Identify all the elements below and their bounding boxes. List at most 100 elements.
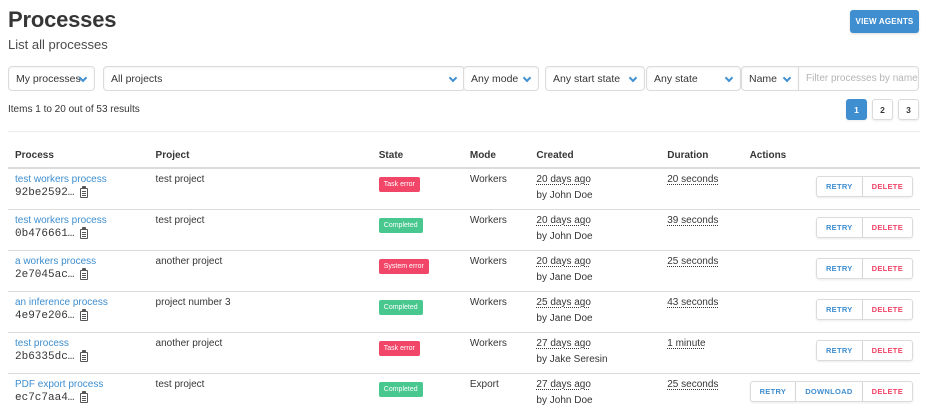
table-row: test workers process 0b476661… test projec… xyxy=(8,209,920,251)
processes-table: Process Project State Mode Created Durat… xyxy=(8,143,920,410)
retry-button[interactable]: RETRY xyxy=(815,339,863,361)
status-badge: System error xyxy=(378,258,429,274)
project-cell: test project xyxy=(148,209,372,251)
duration-value: 43 seconds xyxy=(667,296,719,308)
chevron-down-icon xyxy=(522,73,532,83)
actions-cell: RETRY DELETE xyxy=(742,209,920,251)
process-name-search-input[interactable] xyxy=(799,66,919,91)
clipboard-icon[interactable] xyxy=(80,308,89,321)
clipboard-icon[interactable] xyxy=(80,267,89,280)
page-button-3[interactable]: 3 xyxy=(898,99,919,120)
column-header-actions: Actions xyxy=(742,143,920,169)
created-date: 27 days ago xyxy=(536,378,591,390)
column-header-duration: Duration xyxy=(660,143,743,169)
duration-cell: 43 seconds xyxy=(660,291,743,333)
process-name-link[interactable]: test workers process xyxy=(15,174,142,185)
delete-button[interactable]: DELETE xyxy=(862,380,913,402)
sort-value: Name xyxy=(749,72,778,85)
delete-button[interactable]: DELETE xyxy=(862,257,913,279)
process-name-link[interactable]: an inference process xyxy=(15,297,142,308)
retry-button[interactable]: RETRY xyxy=(815,176,863,197)
duration-cell: 1 minute xyxy=(660,332,743,374)
mode-cell: Workers xyxy=(462,332,530,374)
column-header-process: Process xyxy=(8,143,149,169)
process-id: 2b6335dc… xyxy=(15,349,89,363)
column-header-mode: Mode xyxy=(462,143,530,169)
start-state-filter-select[interactable]: Any start state xyxy=(545,66,645,91)
created-by: by John Doe xyxy=(536,394,593,406)
mode-filter-select[interactable]: Any mode xyxy=(463,66,539,91)
process-name-link[interactable]: a workers process xyxy=(15,256,142,267)
project-cell: another project xyxy=(148,332,372,374)
created-cell: 27 days ago by Jake Seresin xyxy=(529,332,661,374)
actions-cell: RETRY DELETE xyxy=(742,291,920,333)
process-id: 0b476661… xyxy=(15,226,89,240)
state-filter-select[interactable]: Any state xyxy=(646,66,741,91)
duration-value: 25 seconds xyxy=(667,255,719,267)
table-row: test workers process 92be2592… test projec… xyxy=(8,168,920,210)
duration-cell: 25 seconds xyxy=(660,250,743,292)
created-date: 25 days ago xyxy=(536,296,591,308)
project-filter-select[interactable]: All projects xyxy=(103,66,465,91)
mode-cell: Workers xyxy=(462,168,530,210)
chevron-down-icon xyxy=(724,73,734,83)
status-badge: Task error xyxy=(378,340,420,356)
retry-button[interactable]: RETRY xyxy=(815,257,863,279)
process-name-link[interactable]: test process xyxy=(15,338,142,349)
table-row: test process 2b6335dc… another project Task… xyxy=(8,332,920,374)
process-cell: test workers process 92be2592… xyxy=(8,168,149,210)
action-buttons: RETRY DOWNLOAD DELETE xyxy=(749,380,913,402)
table-row: PDF export process ec7c7aa4… test project C… xyxy=(8,373,920,410)
process-id: ec7c7aa4… xyxy=(15,390,89,404)
created-date: 20 days ago xyxy=(536,174,591,185)
mode-filter-value: Any mode xyxy=(471,72,519,85)
actions-cell: RETRY DELETE xyxy=(742,250,920,292)
process-id-text: 4e97e206… xyxy=(15,309,75,322)
action-buttons: RETRY DELETE xyxy=(750,339,913,361)
created-cell: 25 days ago by Jane Doe xyxy=(529,291,661,333)
delete-button[interactable]: DELETE xyxy=(862,339,913,361)
table-header-row: Process Project State Mode Created Durat… xyxy=(8,143,920,169)
retry-button[interactable]: RETRY xyxy=(749,380,797,402)
project-cell: test project xyxy=(148,168,372,210)
retry-button[interactable]: RETRY xyxy=(815,298,863,320)
table-row: an inference process 4e97e206… project num… xyxy=(8,291,920,333)
mode-cell: Export xyxy=(469,378,499,390)
created-by: by John Doe xyxy=(536,190,593,201)
project-filter-value: All projects xyxy=(111,72,163,85)
process-name-link[interactable]: PDF export process xyxy=(15,379,142,390)
process-cell: PDF export process ec7c7aa4… xyxy=(8,373,149,410)
process-id: 92be2592… xyxy=(15,186,89,199)
process-id-text: 2e7045ac… xyxy=(15,268,75,281)
clipboard-icon[interactable] xyxy=(80,349,89,362)
project-cell: test project xyxy=(155,378,205,390)
owner-filter-value: My processes xyxy=(16,72,81,85)
delete-button[interactable]: DELETE xyxy=(862,176,913,197)
clipboard-icon[interactable] xyxy=(80,186,89,198)
retry-button[interactable]: RETRY xyxy=(815,216,863,238)
mode-cell: Workers xyxy=(462,291,530,333)
page-button-1[interactable]: 1 xyxy=(846,99,867,120)
actions-cell: RETRY DOWNLOAD DELETE xyxy=(743,373,920,410)
process-name-link[interactable]: test workers process xyxy=(15,215,142,226)
clipboard-icon[interactable] xyxy=(80,390,89,403)
process-id-text: 2b6335dc… xyxy=(15,350,75,363)
clipboard-icon[interactable] xyxy=(80,226,89,239)
duration-cell: 25 seconds xyxy=(660,373,742,410)
duration-value: 25 seconds xyxy=(667,378,719,390)
download-button[interactable]: DOWNLOAD xyxy=(796,380,863,402)
created-cell: 20 days ago by Jane Doe xyxy=(529,250,661,292)
view-agents-button[interactable]: VIEW AGENTS xyxy=(850,10,919,33)
action-buttons: RETRY DELETE xyxy=(750,257,913,279)
actions-cell: RETRY DELETE xyxy=(742,332,920,374)
page-button-2[interactable]: 2 xyxy=(872,99,893,120)
sort-select[interactable]: Name xyxy=(741,66,799,91)
created-by: by Jake Seresin xyxy=(536,353,608,365)
owner-filter-select[interactable]: My processes xyxy=(8,66,95,91)
process-cell: a workers process 2e7045ac… xyxy=(8,250,149,292)
delete-button[interactable]: DELETE xyxy=(862,216,913,238)
chevron-down-icon xyxy=(628,73,638,83)
process-id-text: ec7c7aa4… xyxy=(15,391,75,404)
delete-button[interactable]: DELETE xyxy=(862,298,913,320)
chevron-down-icon xyxy=(782,73,792,83)
